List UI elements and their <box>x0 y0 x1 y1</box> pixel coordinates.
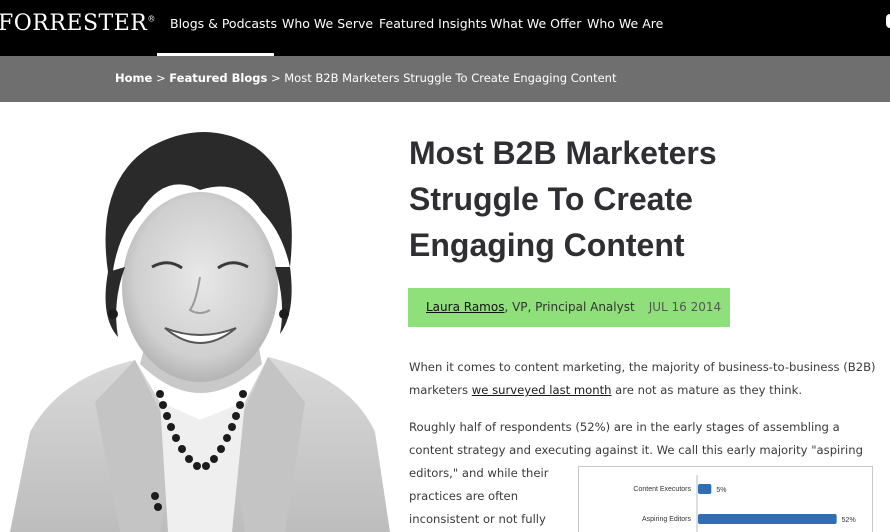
paragraph-1: When it comes to content marketing, the … <box>409 360 876 397</box>
breadcrumb-home[interactable]: Home <box>115 71 152 85</box>
chart-data-label: 5% <box>716 487 726 494</box>
byline: Laura Ramos, VP, Principal Analyst JUL 16… <box>408 288 730 327</box>
nav-item-who-we-are[interactable]: Who We Are <box>587 16 663 31</box>
survey-link[interactable]: we surveyed last month <box>472 383 612 397</box>
nav-overflow-icon[interactable] <box>886 14 890 28</box>
breadcrumb-featured-blogs[interactable]: Featured Blogs <box>169 71 267 85</box>
article-title: Most B2B Marketers Struggle To Create En… <box>409 135 717 263</box>
chart-bar <box>698 514 837 524</box>
chart-svg: Content Executors 5% Aspiring Editors 52% <box>633 475 856 532</box>
author-link[interactable]: Laura Ramos <box>426 300 504 314</box>
maturity-chart: Content Executors 5% Aspiring Editors 52% <box>578 466 873 532</box>
top-nav: FORRESTER® Blogs & Podcasts Who We Serve… <box>0 0 890 56</box>
chart-bar <box>698 484 712 494</box>
breadcrumb-bar: Home > Featured Blogs > Most B2B Markete… <box>0 56 890 102</box>
forrester-logo[interactable]: FORRESTER® <box>0 11 156 36</box>
breadcrumb: Home > Featured Blogs > Most B2B Markete… <box>115 71 617 85</box>
nav-item-featured-insights[interactable]: Featured Insights <box>379 16 487 31</box>
chart-category-label: Content Executors <box>633 486 691 493</box>
publish-date: JUL 16 2014 <box>648 300 722 314</box>
chart-data-label: 52% <box>842 517 856 524</box>
nav-item-blogs-podcasts[interactable]: Blogs & Podcasts <box>170 16 277 31</box>
nav-item-who-we-serve[interactable]: Who We Serve <box>282 16 373 31</box>
author-role: , VP, Principal Analyst <box>504 300 635 314</box>
author-portrait <box>0 102 392 532</box>
chart-category-label: Aspiring Editors <box>642 516 692 523</box>
breadcrumb-current: Most B2B Marketers Struggle To Create En… <box>284 71 617 85</box>
nav-item-what-we-offer[interactable]: What We Offer <box>490 16 581 31</box>
